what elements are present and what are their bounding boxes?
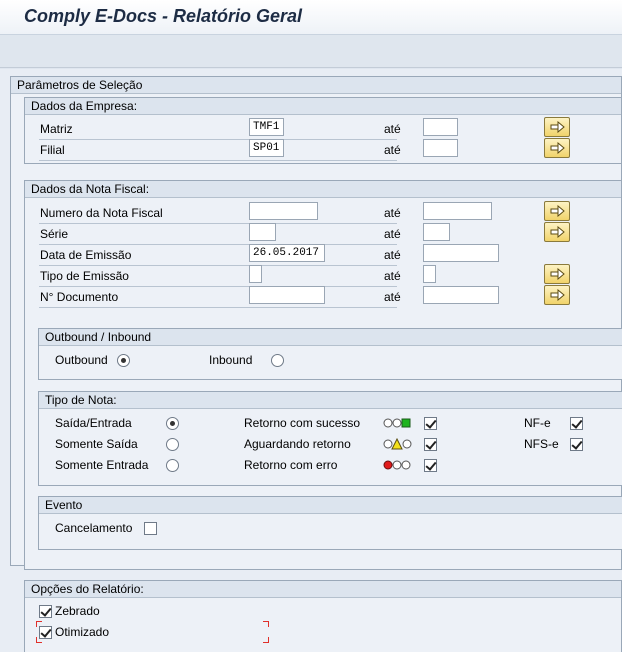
inbound-radio[interactable] (271, 354, 284, 367)
inbound-label: Inbound (209, 353, 253, 367)
data-emissao-to-input[interactable] (423, 244, 499, 262)
data-emissao-until-label: até (384, 248, 401, 262)
retorno-erro-label: Retorno com erro (244, 458, 338, 472)
title-bar: Comply E-Docs - Relatório Geral (0, 0, 622, 35)
evento-frame: Evento Cancelamento (38, 496, 622, 550)
somente-entrada-label: Somente Entrada (55, 458, 149, 472)
cancelamento-label: Cancelamento (55, 521, 133, 535)
evento-frame-title: Evento (39, 497, 622, 514)
arrow-right-icon (550, 205, 565, 217)
tipo-emissao-until-label: até (384, 269, 401, 283)
yellow-light-icon (383, 438, 412, 450)
somente-entrada-radio[interactable] (166, 459, 179, 472)
params-frame-title: Parâmetros de Seleção (11, 77, 621, 94)
numero-nf-until-label: até (384, 206, 401, 220)
nfse-label: NFS-e (524, 437, 559, 451)
row-line (39, 307, 397, 308)
n-documento-label: N° Documento (40, 290, 119, 304)
somente-saida-label: Somente Saída (55, 437, 138, 451)
outbound-label: Outbound (55, 353, 108, 367)
outbound-radio[interactable] (117, 354, 130, 367)
arrow-right-icon (550, 121, 565, 133)
serie-from-input[interactable] (249, 223, 276, 241)
arrow-right-icon (550, 289, 565, 301)
n-documento-from-input[interactable] (249, 286, 325, 304)
numero-nf-label: Numero da Nota Fiscal (40, 206, 163, 220)
data-emissao-from-input[interactable]: 26.05.2017 (249, 244, 325, 262)
arrow-right-icon (550, 226, 565, 238)
zebrado-checkbox[interactable] (39, 605, 52, 618)
saida-entrada-label: Saída/Entrada (55, 416, 132, 430)
focus-corner (36, 637, 42, 643)
selection-screen: Parâmetros de Seleção Dados da Empresa: … (0, 69, 622, 652)
somente-saida-radio[interactable] (166, 438, 179, 451)
focus-corner (36, 621, 42, 627)
filial-to-input[interactable] (423, 139, 458, 157)
numero-nf-multi-select-button[interactable] (544, 201, 570, 221)
focus-corner (263, 621, 269, 627)
serie-label: Série (40, 227, 69, 241)
numero-nf-to-input[interactable] (423, 202, 492, 220)
filial-from-input[interactable]: SP01 (249, 139, 284, 157)
row-line (39, 223, 397, 224)
row-line (39, 286, 397, 287)
arrow-right-icon (550, 268, 565, 280)
tipo-emissao-multi-select-button[interactable] (544, 264, 570, 284)
focus-corner (263, 637, 269, 643)
red-light-icon (383, 460, 411, 470)
opcoes-frame: Opções do Relatório: Zebrado Otimizado (24, 580, 622, 652)
page-title: Comply E-Docs - Relatório Geral (24, 6, 303, 26)
serie-until-label: até (384, 227, 401, 241)
serie-to-input[interactable] (423, 223, 450, 241)
opcoes-frame-title: Opções do Relatório: (25, 581, 621, 598)
serie-multi-select-button[interactable] (544, 222, 570, 242)
matriz-to-input[interactable] (423, 118, 458, 136)
retorno-sucesso-label: Retorno com sucesso (244, 416, 361, 430)
tipo-nota-frame-title: Tipo de Nota: (39, 392, 622, 409)
direction-frame-title: Outbound / Inbound (39, 329, 622, 346)
matriz-until-label: até (384, 122, 401, 136)
nota-frame-title: Dados da Nota Fiscal: (25, 181, 621, 198)
aguardando-retorno-label: Aguardando retorno (244, 437, 351, 451)
n-documento-to-input[interactable] (423, 286, 499, 304)
row-line (39, 139, 397, 140)
nfse-checkbox[interactable] (570, 438, 583, 451)
nfe-label: NF-e (524, 416, 551, 430)
empresa-frame-title: Dados da Empresa: (25, 98, 621, 115)
nota-frame: Dados da Nota Fiscal: Numero da Nota Fis… (24, 180, 622, 570)
filial-label: Filial (40, 143, 65, 157)
tipo-emissao-label: Tipo de Emissão (40, 269, 129, 283)
application-toolbar (0, 35, 622, 68)
filial-until-label: até (384, 143, 401, 157)
matriz-multi-select-button[interactable] (544, 117, 570, 137)
matriz-from-input[interactable]: TMF1 (249, 118, 284, 136)
cancelamento-checkbox[interactable] (144, 522, 157, 535)
tipo-emissao-from-input[interactable] (249, 265, 262, 283)
empresa-frame: Dados da Empresa: Matriz TMF1 até Filial… (24, 97, 622, 164)
nfe-checkbox[interactable] (570, 417, 583, 430)
tipo-nota-frame: Tipo de Nota: Saída/Entrada Somente Saíd… (38, 391, 622, 486)
n-documento-until-label: até (384, 290, 401, 304)
n-documento-multi-select-button[interactable] (544, 285, 570, 305)
otimizado-label: Otimizado (55, 625, 110, 639)
row-line (39, 160, 397, 161)
data-emissao-label: Data de Emissão (40, 248, 132, 262)
row-line (39, 265, 397, 266)
green-light-icon (383, 418, 411, 428)
aguardando-retorno-checkbox[interactable] (424, 438, 437, 451)
filial-multi-select-button[interactable] (544, 138, 570, 158)
retorno-sucesso-checkbox[interactable] (424, 417, 437, 430)
retorno-erro-checkbox[interactable] (424, 459, 437, 472)
matriz-label: Matriz (40, 122, 73, 136)
numero-nf-from-input[interactable] (249, 202, 318, 220)
saida-entrada-radio[interactable] (166, 417, 179, 430)
tipo-emissao-to-input[interactable] (423, 265, 436, 283)
row-line (39, 244, 397, 245)
zebrado-label: Zebrado (55, 604, 100, 618)
arrow-right-icon (550, 142, 565, 154)
direction-frame: Outbound / Inbound Outbound Inbound (38, 328, 622, 380)
